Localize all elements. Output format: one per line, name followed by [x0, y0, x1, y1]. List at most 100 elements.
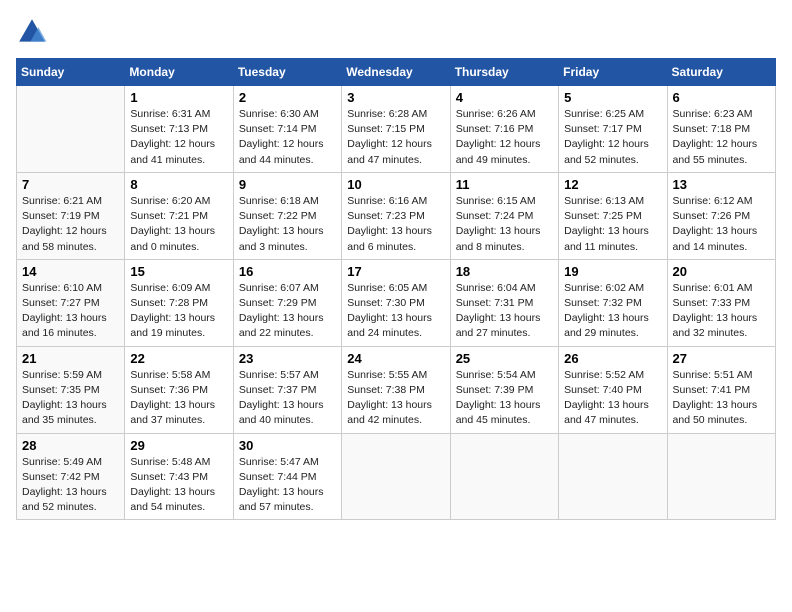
day-cell: 5Sunrise: 6:25 AMSunset: 7:17 PMDaylight… [559, 86, 667, 173]
header-day-tuesday: Tuesday [233, 59, 341, 86]
day-number: 12 [564, 177, 661, 192]
week-row-5: 28Sunrise: 5:49 AMSunset: 7:42 PMDayligh… [17, 433, 776, 520]
day-cell [342, 433, 450, 520]
day-number: 11 [456, 177, 553, 192]
header-day-monday: Monday [125, 59, 233, 86]
day-cell: 4Sunrise: 6:26 AMSunset: 7:16 PMDaylight… [450, 86, 558, 173]
day-number: 17 [347, 264, 444, 279]
day-number: 3 [347, 90, 444, 105]
day-cell: 28Sunrise: 5:49 AMSunset: 7:42 PMDayligh… [17, 433, 125, 520]
day-info: Sunrise: 6:18 AMSunset: 7:22 PMDaylight:… [239, 194, 336, 255]
week-row-3: 14 Sunrise: 6:10 AMSunset: 7:27 PMDayligh… [17, 259, 776, 346]
day-number: 19 [564, 264, 661, 279]
day-number: 29 [130, 438, 227, 453]
day-number: 30 [239, 438, 336, 453]
day-number: 28 [22, 438, 119, 453]
day-info: Sunrise: 6:23 AMSunset: 7:18 PMDaylight:… [673, 107, 770, 168]
day-number: 26 [564, 351, 661, 366]
day-cell: 30 Sunrise: 5:47 AMSunset: 7:44 PMDayligh… [233, 433, 341, 520]
day-cell: 23 Sunrise: 5:57 AMSunset: 7:37 PMDayligh… [233, 346, 341, 433]
day-info: Sunrise: 6:31 AMSunset: 7:13 PMDaylight:… [130, 107, 227, 168]
header-day-sunday: Sunday [17, 59, 125, 86]
day-number: 14 [22, 264, 119, 279]
day-info: Sunrise: 6:13 AMSunset: 7:25 PMDaylight:… [564, 194, 661, 255]
day-number: 18 [456, 264, 553, 279]
day-cell [559, 433, 667, 520]
day-number: 4 [456, 90, 553, 105]
header-day-friday: Friday [559, 59, 667, 86]
day-cell [667, 433, 775, 520]
day-cell: 6 Sunrise: 6:23 AMSunset: 7:18 PMDaylight… [667, 86, 775, 173]
day-info: Sunrise: 6:12 AMSunset: 7:26 PMDaylight:… [673, 194, 770, 255]
day-cell: 8 Sunrise: 6:20 AMSunset: 7:21 PMDaylight… [125, 172, 233, 259]
day-info: Sunrise: 5:55 AMSunset: 7:38 PMDaylight:… [347, 368, 444, 429]
day-number: 6 [673, 90, 770, 105]
day-number: 7 [22, 177, 119, 192]
day-info: Sunrise: 6:09 AMSunset: 7:28 PMDaylight:… [130, 281, 227, 342]
day-cell [450, 433, 558, 520]
day-cell: 22 Sunrise: 5:58 AMSunset: 7:36 PMDayligh… [125, 346, 233, 433]
day-number: 9 [239, 177, 336, 192]
day-cell: 16 Sunrise: 6:07 AMSunset: 7:29 PMDayligh… [233, 259, 341, 346]
day-info: Sunrise: 5:52 AMSunset: 7:40 PMDaylight:… [564, 368, 661, 429]
day-number: 20 [673, 264, 770, 279]
day-cell: 19 Sunrise: 6:02 AMSunset: 7:32 PMDayligh… [559, 259, 667, 346]
day-cell: 27 Sunrise: 5:51 AMSunset: 7:41 PMDayligh… [667, 346, 775, 433]
day-info: Sunrise: 5:47 AMSunset: 7:44 PMDaylight:… [239, 455, 336, 516]
day-cell: 12 Sunrise: 6:13 AMSunset: 7:25 PMDayligh… [559, 172, 667, 259]
day-number: 27 [673, 351, 770, 366]
day-info: Sunrise: 5:59 AMSunset: 7:35 PMDaylight:… [22, 368, 119, 429]
day-cell: 24Sunrise: 5:55 AMSunset: 7:38 PMDayligh… [342, 346, 450, 433]
day-cell: 20 Sunrise: 6:01 AMSunset: 7:33 PMDayligh… [667, 259, 775, 346]
day-info: Sunrise: 6:30 AMSunset: 7:14 PMDaylight:… [239, 107, 336, 168]
day-cell: 25Sunrise: 5:54 AMSunset: 7:39 PMDayligh… [450, 346, 558, 433]
day-info: Sunrise: 5:51 AMSunset: 7:41 PMDaylight:… [673, 368, 770, 429]
day-number: 13 [673, 177, 770, 192]
header-day-wednesday: Wednesday [342, 59, 450, 86]
calendar-table: SundayMondayTuesdayWednesdayThursdayFrid… [16, 58, 776, 520]
day-info: Sunrise: 6:01 AMSunset: 7:33 PMDaylight:… [673, 281, 770, 342]
day-cell: 18 Sunrise: 6:04 AMSunset: 7:31 PMDayligh… [450, 259, 558, 346]
day-number: 10 [347, 177, 444, 192]
day-cell: 26 Sunrise: 5:52 AMSunset: 7:40 PMDayligh… [559, 346, 667, 433]
day-info: Sunrise: 6:04 AMSunset: 7:31 PMDaylight:… [456, 281, 553, 342]
day-number: 15 [130, 264, 227, 279]
day-number: 8 [130, 177, 227, 192]
day-cell: 13 Sunrise: 6:12 AMSunset: 7:26 PMDayligh… [667, 172, 775, 259]
logo [16, 16, 54, 48]
header-row: SundayMondayTuesdayWednesdayThursdayFrid… [17, 59, 776, 86]
day-cell: 3 Sunrise: 6:28 AMSunset: 7:15 PMDaylight… [342, 86, 450, 173]
day-info: Sunrise: 5:58 AMSunset: 7:36 PMDaylight:… [130, 368, 227, 429]
day-info: Sunrise: 6:20 AMSunset: 7:21 PMDaylight:… [130, 194, 227, 255]
day-info: Sunrise: 6:16 AMSunset: 7:23 PMDaylight:… [347, 194, 444, 255]
day-cell: 9 Sunrise: 6:18 AMSunset: 7:22 PMDaylight… [233, 172, 341, 259]
day-number: 2 [239, 90, 336, 105]
day-number: 21 [22, 351, 119, 366]
day-cell: 15 Sunrise: 6:09 AMSunset: 7:28 PMDayligh… [125, 259, 233, 346]
day-info: Sunrise: 6:07 AMSunset: 7:29 PMDaylight:… [239, 281, 336, 342]
header-day-thursday: Thursday [450, 59, 558, 86]
day-cell: 11 Sunrise: 6:15 AMSunset: 7:24 PMDayligh… [450, 172, 558, 259]
day-cell: 21 Sunrise: 5:59 AMSunset: 7:35 PMDayligh… [17, 346, 125, 433]
day-info: Sunrise: 6:25 AMSunset: 7:17 PMDaylight:… [564, 107, 661, 168]
header-day-saturday: Saturday [667, 59, 775, 86]
day-info: Sunrise: 6:02 AMSunset: 7:32 PMDaylight:… [564, 281, 661, 342]
day-info: Sunrise: 6:05 AMSunset: 7:30 PMDaylight:… [347, 281, 444, 342]
day-cell: 29 Sunrise: 5:48 AMSunset: 7:43 PMDayligh… [125, 433, 233, 520]
day-cell: 2 Sunrise: 6:30 AMSunset: 7:14 PMDaylight… [233, 86, 341, 173]
day-info: Sunrise: 5:57 AMSunset: 7:37 PMDaylight:… [239, 368, 336, 429]
day-number: 25 [456, 351, 553, 366]
day-info: Sunrise: 6:10 AMSunset: 7:27 PMDaylight:… [22, 281, 119, 342]
day-info: Sunrise: 5:48 AMSunset: 7:43 PMDaylight:… [130, 455, 227, 516]
day-info: Sunrise: 6:21 AMSunset: 7:19 PMDaylight:… [22, 194, 119, 255]
day-info: Sunrise: 6:15 AMSunset: 7:24 PMDaylight:… [456, 194, 553, 255]
day-info: Sunrise: 6:28 AMSunset: 7:15 PMDaylight:… [347, 107, 444, 168]
day-number: 23 [239, 351, 336, 366]
week-row-4: 21 Sunrise: 5:59 AMSunset: 7:35 PMDayligh… [17, 346, 776, 433]
week-row-1: 1Sunrise: 6:31 AMSunset: 7:13 PMDaylight… [17, 86, 776, 173]
day-number: 22 [130, 351, 227, 366]
day-cell [17, 86, 125, 173]
page-header [16, 16, 776, 48]
day-cell: 14 Sunrise: 6:10 AMSunset: 7:27 PMDayligh… [17, 259, 125, 346]
day-number: 16 [239, 264, 336, 279]
